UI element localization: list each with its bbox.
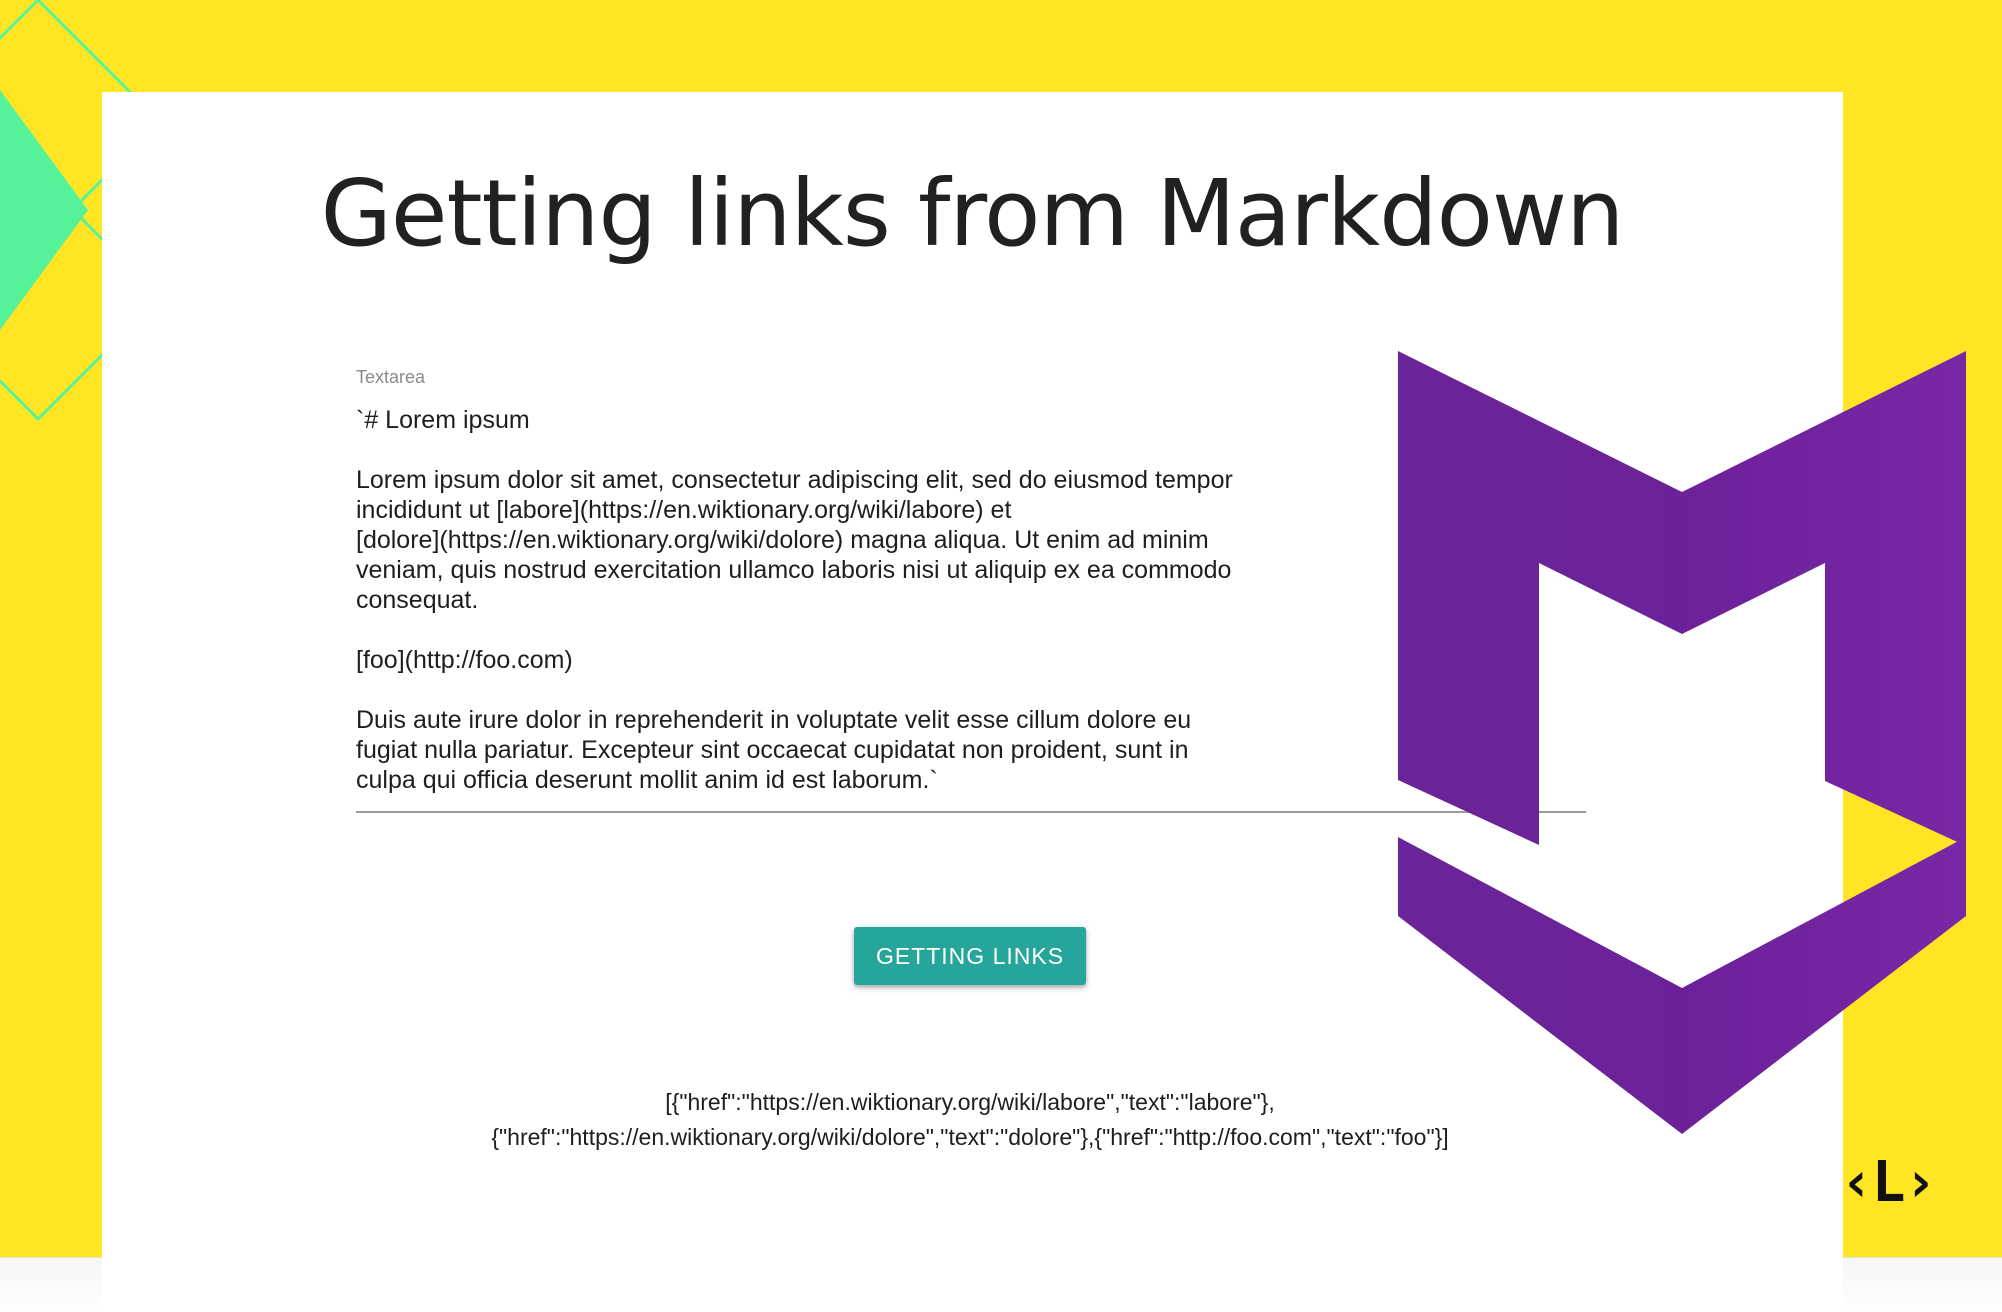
getting-links-button[interactable]: GETTING LINKS: [854, 927, 1086, 985]
brand-logo: ‹L›: [1840, 1150, 1937, 1215]
markdown-textarea[interactable]: `# Lorem ipsum Lorem ipsum dolor sit ame…: [356, 405, 1356, 795]
textarea-label: Textarea: [356, 367, 426, 387]
markdown-logo-icon: [1398, 351, 1966, 1134]
page: Getting links from Markdown Textarea `# …: [0, 0, 2002, 1312]
page-title: Getting links from Markdown: [320, 160, 1625, 267]
